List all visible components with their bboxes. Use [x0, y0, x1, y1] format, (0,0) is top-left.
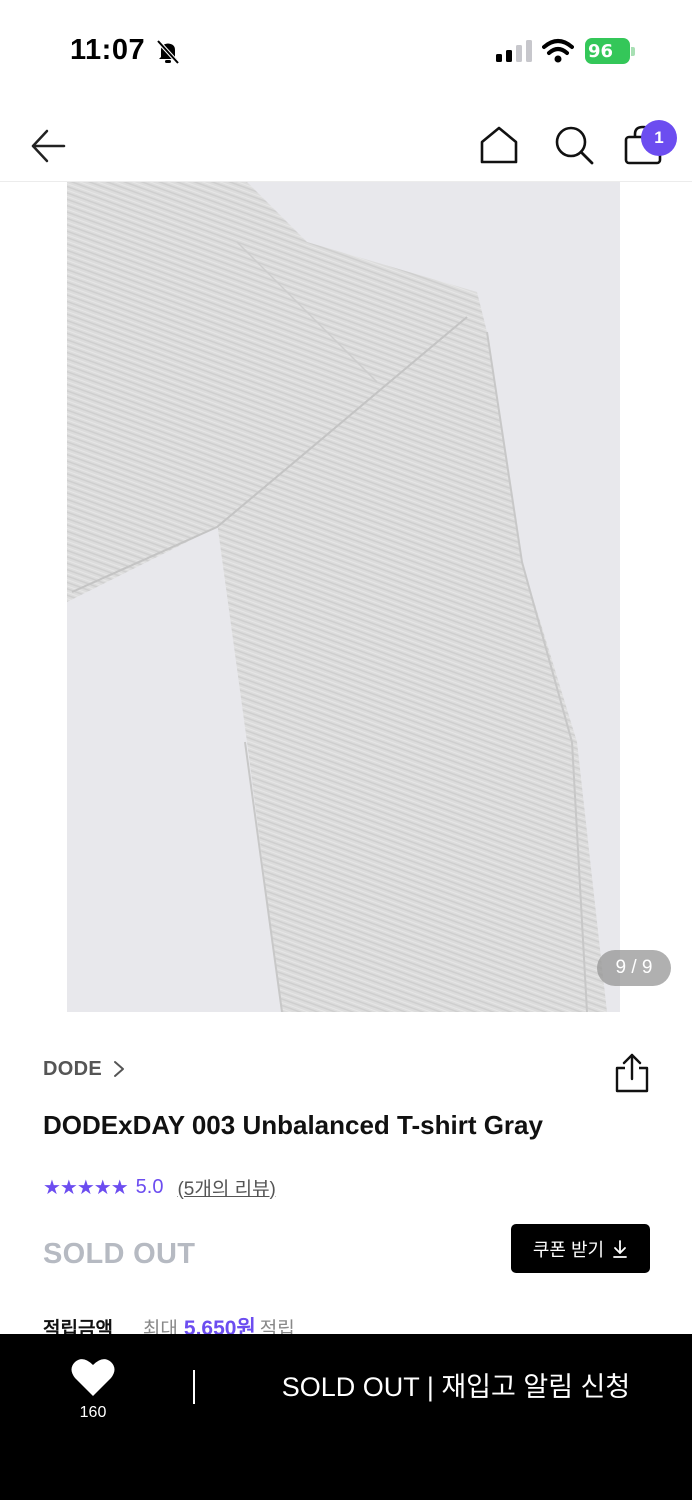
sold-out-status: SOLD OUT [43, 1238, 196, 1270]
back-arrow-icon[interactable] [28, 126, 68, 166]
heart-icon [71, 1359, 115, 1396]
image-counter: 9 / 9 [597, 950, 671, 986]
bell-slash-icon [156, 39, 180, 65]
divider [193, 1370, 195, 1404]
chevron-right-icon [113, 1061, 124, 1077]
battery-charging-icon: 96 [585, 38, 635, 64]
rating-value: 5.0 [135, 1175, 164, 1198]
restock-alert-button[interactable]: SOLD OUT | 재입고 알림 신청 [220, 1364, 692, 1410]
review-count-link[interactable]: (5개의 리뷰) [177, 1174, 275, 1201]
product-photo-gray-shirt [67, 182, 620, 1012]
rating-row: ★★★★★ 5.0 (5개의 리뷰) [43, 1174, 276, 1200]
coupon-button-label: 쿠폰 받기 [532, 1239, 605, 1260]
like-count: 160 [79, 1404, 107, 1421]
product-image[interactable] [67, 182, 620, 1012]
rating-stars: ★★★★★ [43, 1175, 129, 1199]
brand-link[interactable]: DODE [43, 1055, 126, 1083]
cart-count-badge[interactable]: 1 [641, 120, 677, 156]
status-time: 11:07 [70, 34, 146, 66]
brand-name[interactable]: DODE [43, 1058, 102, 1081]
bottom-action-bar: 160 SOLD OUT | 재입고 알림 신청 [0, 1334, 692, 1500]
cellular-signal-icon [496, 40, 532, 62]
product-title: DODExDAY 003 Unbalanced T-shirt Gray [43, 1110, 543, 1140]
top-nav-bar [0, 110, 692, 182]
like-button[interactable]: 160 [60, 1356, 126, 1422]
status-bar: 11:07 96 [0, 0, 692, 100]
wifi-icon [542, 39, 574, 63]
get-coupon-button[interactable]: 쿠폰 받기 [511, 1224, 650, 1273]
share-icon[interactable] [612, 1052, 652, 1094]
search-icon[interactable] [553, 124, 595, 166]
battery-level: 96 [588, 41, 614, 62]
home-icon[interactable] [478, 124, 520, 166]
download-icon [613, 1239, 628, 1258]
